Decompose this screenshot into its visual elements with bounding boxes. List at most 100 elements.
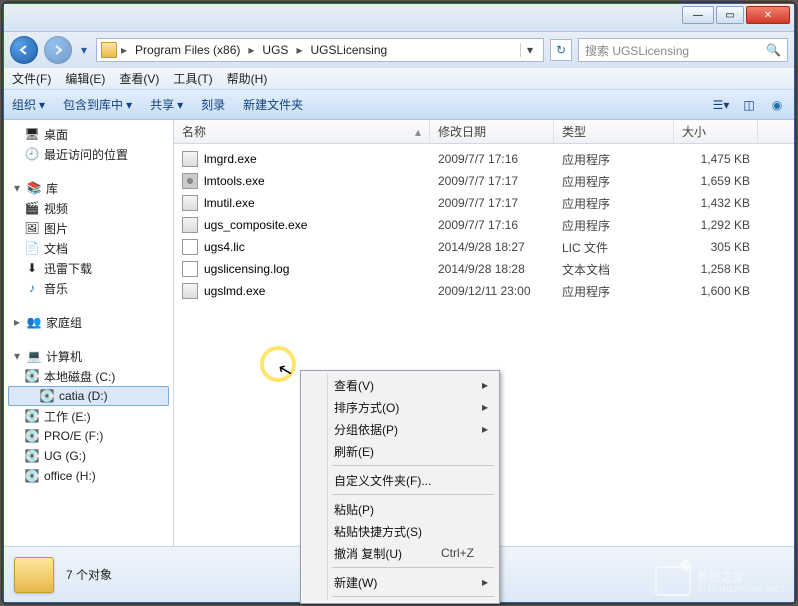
file-name: ugslmd.exe: [204, 284, 265, 298]
help-button[interactable]: ◉: [768, 96, 786, 114]
search-input[interactable]: 搜索 UGSLicensing 🔍: [578, 38, 788, 62]
sidebar-drive-h[interactable]: 💽office (H:): [4, 466, 173, 486]
menu-item[interactable]: 粘贴(P): [304, 498, 496, 520]
menu-separator: [332, 494, 494, 495]
file-date: 2009/7/7 17:16: [430, 152, 554, 166]
file-row[interactable]: ugs4.lic2014/9/28 18:27LIC 文件305 KB: [174, 236, 794, 258]
context-menu[interactable]: 查看(V)▸排序方式(O)▸分组依据(P)▸刷新(E) 自定义文件夹(F)... 粘…: [300, 370, 500, 604]
file-type: 应用程序: [554, 195, 674, 212]
address-bar[interactable]: ▸ Program Files (x86) ▸ UGS ▸ UGSLicensi…: [96, 38, 544, 62]
sidebar-documents[interactable]: 📄文档: [4, 238, 173, 258]
menu-separator: [332, 596, 494, 597]
menu-separator: [332, 465, 494, 466]
menu-tools[interactable]: 工具(T): [173, 70, 212, 87]
file-type: 应用程序: [554, 151, 674, 168]
menu-file[interactable]: 文件(F): [12, 70, 51, 87]
file-name: ugs4.lic: [204, 240, 245, 254]
file-row[interactable]: lmutil.exe2009/7/7 17:17应用程序1,432 KB: [174, 192, 794, 214]
file-icon: [182, 283, 198, 299]
sidebar-desktop[interactable]: 🖥桌面: [4, 124, 173, 144]
file-icon: [182, 195, 198, 211]
menu-item[interactable]: 新建(W)▸: [304, 571, 496, 593]
folder-icon: [14, 557, 54, 593]
file-row[interactable]: lmgrd.exe2009/7/7 17:16应用程序1,475 KB: [174, 148, 794, 170]
file-row[interactable]: ugslmd.exe2009/12/11 23:00应用程序1,600 KB: [174, 280, 794, 302]
menu-separator: [332, 567, 494, 568]
sidebar-drive-f[interactable]: 💽PRO/E (F:): [4, 426, 173, 446]
breadcrumb-item[interactable]: UGSLicensing: [306, 43, 391, 57]
file-size: 1,659 KB: [674, 174, 758, 188]
view-options-button[interactable]: ☰▾: [712, 96, 730, 114]
pictures-icon: 🖼: [24, 220, 40, 236]
col-size[interactable]: 大小: [674, 120, 758, 143]
collapse-icon[interactable]: ▾: [12, 181, 22, 195]
collapse-icon[interactable]: ▾: [12, 349, 22, 363]
close-button[interactable]: ✕: [746, 6, 790, 24]
sidebar-drive-d[interactable]: 💽catia (D:): [8, 386, 169, 406]
menu-item[interactable]: 排序方式(O)▸: [304, 396, 496, 418]
breadcrumb-item[interactable]: UGS: [258, 43, 292, 57]
breadcrumb-item[interactable]: Program Files (x86): [131, 43, 244, 57]
file-size: 1,432 KB: [674, 196, 758, 210]
music-icon: ♪: [24, 280, 40, 296]
menu-item[interactable]: 刷新(E): [304, 440, 496, 462]
refresh-button[interactable]: ↻: [550, 39, 572, 61]
sidebar-drive-e[interactable]: 💽工作 (E:): [4, 406, 173, 426]
file-type: LIC 文件: [554, 239, 674, 256]
sidebar-pictures[interactable]: 🖼图片: [4, 218, 173, 238]
organize-button[interactable]: 组织▾: [12, 96, 45, 113]
search-placeholder: 搜索 UGSLicensing: [585, 42, 689, 59]
file-type: 文本文档: [554, 261, 674, 278]
menu-item[interactable]: 撤消 复制(U)Ctrl+Z: [304, 542, 496, 564]
col-type[interactable]: 类型: [554, 120, 674, 143]
menu-item[interactable]: 自定义文件夹(F)...: [304, 469, 496, 491]
maximize-button[interactable]: ▭: [716, 6, 744, 24]
file-type: 应用程序: [554, 283, 674, 300]
file-name: ugs_composite.exe: [204, 218, 307, 232]
back-button[interactable]: [10, 36, 38, 64]
file-date: 2009/7/7 17:17: [430, 196, 554, 210]
navigation-pane[interactable]: 🖥桌面 🕘最近访问的位置 ▾📚库 🎬视频 🖼图片 📄文档 ⬇迅雷下载 ♪音乐 ▸…: [4, 120, 174, 546]
history-dropdown[interactable]: ▾: [78, 40, 90, 60]
menu-item[interactable]: 粘贴快捷方式(S): [304, 520, 496, 542]
share-button[interactable]: 共享▾: [150, 96, 183, 113]
drive-icon: 💽: [24, 448, 40, 464]
sidebar-drive-c[interactable]: 💽本地磁盘 (C:): [4, 366, 173, 386]
sidebar-libraries[interactable]: ▾📚库: [4, 178, 173, 198]
sidebar-xunlei[interactable]: ⬇迅雷下载: [4, 258, 173, 278]
menu-bar: 文件(F) 编辑(E) 查看(V) 工具(T) 帮助(H): [4, 68, 794, 90]
file-date: 2009/7/7 17:16: [430, 218, 554, 232]
file-icon: [182, 261, 198, 277]
menu-edit[interactable]: 编辑(E): [65, 70, 105, 87]
sidebar-homegroup[interactable]: ▸👥家庭组: [4, 312, 173, 332]
burn-button[interactable]: 刻录: [201, 96, 225, 113]
col-name[interactable]: 名称▴: [174, 120, 430, 143]
menu-help[interactable]: 帮助(H): [227, 70, 268, 87]
file-date: 2014/9/28 18:27: [430, 240, 554, 254]
minimize-button[interactable]: —: [682, 6, 714, 24]
sidebar-drive-g[interactable]: 💽UG (G:): [4, 446, 173, 466]
navigation-bar: ▾ ▸ Program Files (x86) ▸ UGS ▸ UGSLicen…: [4, 32, 794, 68]
file-row[interactable]: lmtools.exe2009/7/7 17:17应用程序1,659 KB: [174, 170, 794, 192]
newfolder-button[interactable]: 新建文件夹: [243, 96, 303, 113]
sidebar-recent[interactable]: 🕘最近访问的位置: [4, 144, 173, 164]
file-row[interactable]: ugslicensing.log2014/9/28 18:28文本文档1,258…: [174, 258, 794, 280]
library-icon: 📚: [26, 180, 42, 196]
include-button[interactable]: 包含到库中▾: [63, 96, 132, 113]
forward-button[interactable]: [44, 36, 72, 64]
preview-pane-button[interactable]: ◫: [740, 96, 758, 114]
menu-item[interactable]: 分组依据(P)▸: [304, 418, 496, 440]
file-row[interactable]: ugs_composite.exe2009/7/7 17:16应用程序1,292…: [174, 214, 794, 236]
sidebar-video[interactable]: 🎬视频: [4, 198, 173, 218]
menu-item[interactable]: 查看(V)▸: [304, 374, 496, 396]
sidebar-music[interactable]: ♪音乐: [4, 278, 173, 298]
submenu-arrow-icon: ▸: [482, 575, 488, 589]
col-date[interactable]: 修改日期: [430, 120, 554, 143]
submenu-arrow-icon: ▸: [482, 378, 488, 392]
file-icon: [182, 173, 198, 189]
sidebar-computer[interactable]: ▾💻计算机: [4, 346, 173, 366]
address-dropdown[interactable]: ▾: [520, 43, 539, 57]
menu-view[interactable]: 查看(V): [119, 70, 159, 87]
expand-icon[interactable]: ▸: [12, 315, 22, 329]
file-size: 1,475 KB: [674, 152, 758, 166]
